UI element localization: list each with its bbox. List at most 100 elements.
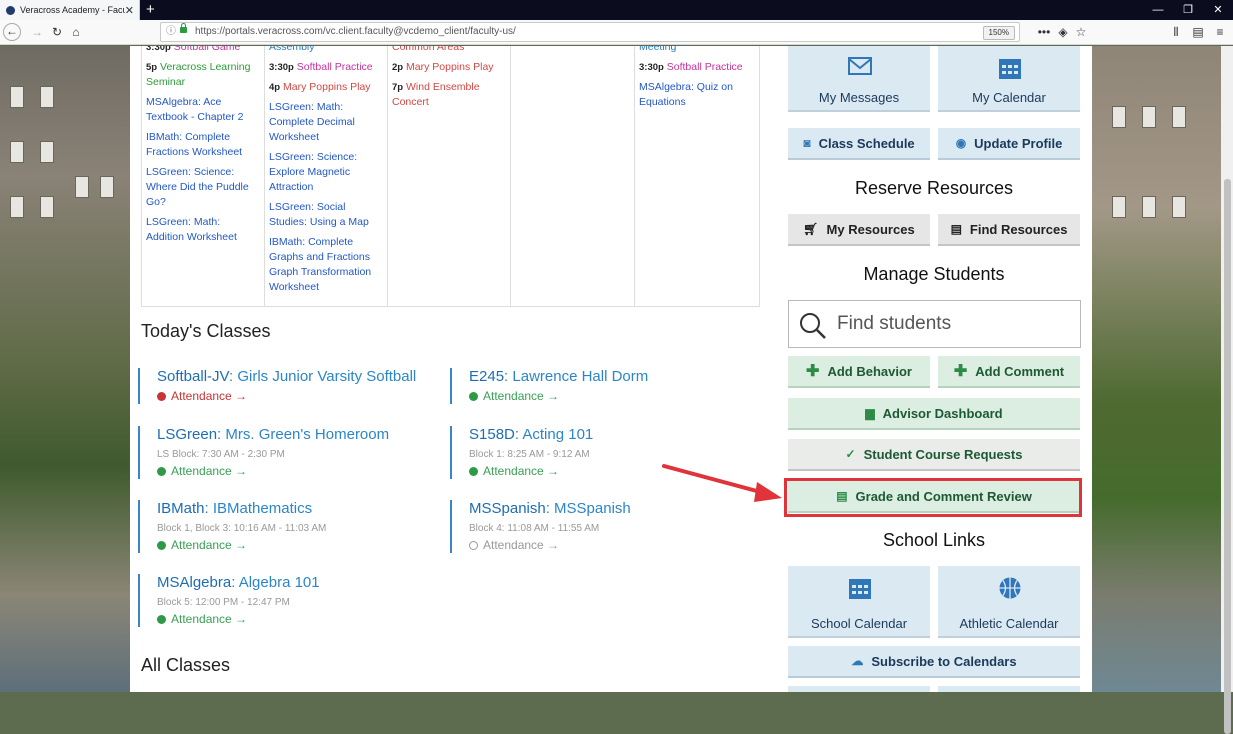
- document-search-icon: ▤: [950, 222, 962, 236]
- class-link[interactable]: Softball-JV: Girls Junior Varsity Softba…: [157, 368, 428, 386]
- next-tile-partial[interactable]: [788, 686, 930, 692]
- advisor-dashboard-label: Advisor Dashboard: [882, 405, 1003, 421]
- student-course-requests-button[interactable]: ✓ Student Course Requests: [788, 439, 1080, 471]
- class-link[interactable]: LSGreen: Mrs. Green's Homeroom: [157, 426, 428, 444]
- my-messages-tile[interactable]: My Messages: [788, 46, 930, 112]
- reload-icon[interactable]: ↻: [48, 23, 66, 41]
- zoom-level[interactable]: 150%: [982, 26, 1015, 40]
- class-link[interactable]: IBMath: IBMathematics: [157, 500, 428, 518]
- class-name: : Acting 101: [514, 426, 594, 443]
- calendar-event[interactable]: 7p Wind Ensemble Concert: [392, 80, 506, 110]
- attendance-status-icon: [157, 392, 166, 401]
- address-bar[interactable]: ⓘ https://portals.veracross.com/vc.clien…: [160, 22, 1020, 42]
- class-code: LSGreen: [157, 426, 218, 443]
- event-title: Softball Game: [173, 46, 241, 53]
- update-profile-button[interactable]: ◉ Update Profile: [938, 128, 1080, 160]
- calendar-event[interactable]: IBMath: Complete Graphs and Fractions Gr…: [269, 235, 383, 295]
- class-block-time: LS Block: 7:30 AM - 2:30 PM: [157, 449, 285, 460]
- new-tab-icon[interactable]: +: [146, 0, 155, 20]
- find-students-search[interactable]: Find students: [788, 300, 1081, 348]
- calendar-event[interactable]: LSGreen: Math: Complete Decimal Workshee…: [269, 100, 383, 145]
- next-tile-partial[interactable]: [938, 686, 1080, 692]
- library-icon[interactable]: ⫴: [1168, 23, 1184, 41]
- calendar-event[interactable]: LSGreen: Science: Explore Magnetic Attra…: [269, 150, 383, 195]
- calendar-event[interactable]: MSAlgebra: Ace Textbook - Chapter 2: [146, 95, 260, 125]
- menu-icon[interactable]: ≡: [1212, 23, 1228, 41]
- plus-icon: ✚: [953, 363, 968, 380]
- calendar-event[interactable]: MSAlgebra: Quiz on Equations: [639, 80, 755, 110]
- user-icon: ◉: [955, 136, 967, 150]
- class-link[interactable]: MSAlgebra: Algebra 101: [157, 574, 428, 592]
- attendance-link[interactable]: Attendance →: [157, 612, 428, 627]
- calendar-event[interactable]: LSGreen: Social Studies: Using a Map: [269, 200, 383, 230]
- home-icon[interactable]: ⌂: [67, 23, 85, 41]
- todays-classes-title: Today's Classes: [141, 321, 271, 341]
- attendance-link[interactable]: Attendance →: [157, 538, 428, 553]
- athletic-calendar-tile[interactable]: Athletic Calendar: [938, 566, 1080, 638]
- page-scrollbar[interactable]: [1221, 46, 1233, 734]
- scrollbar-thumb[interactable]: [1224, 179, 1231, 734]
- my-calendar-tile[interactable]: My Calendar: [938, 46, 1080, 112]
- class-link[interactable]: E245: Lawrence Hall Dorm: [469, 368, 740, 386]
- attendance-status-icon: [469, 541, 478, 550]
- class-schedule-label: Class Schedule: [818, 135, 915, 151]
- week-calendar: 3:30p Softball Game 5p Veracross Learning…: [141, 46, 760, 307]
- subscribe-calendars-label: Subscribe to Calendars: [871, 653, 1017, 669]
- event-time: 7p: [392, 82, 404, 93]
- event-title: LSGreen: Math: Complete Decimal Workshee…: [269, 101, 355, 143]
- back-icon[interactable]: ←: [3, 23, 21, 41]
- event-title: Assembly: [269, 46, 315, 53]
- class-card: MSAlgebra: Algebra 101 Block 5: 12:00 PM …: [138, 574, 428, 627]
- calendar-icon: [849, 579, 871, 599]
- attendance-link[interactable]: Attendance →: [157, 389, 428, 404]
- search-placeholder: Find students: [837, 313, 952, 334]
- calendar-event[interactable]: Assembly: [269, 46, 383, 55]
- more-actions-icon[interactable]: •••: [1036, 23, 1052, 41]
- attendance-label: Attendance →: [483, 464, 560, 478]
- event-title: Mary Poppins Play: [283, 81, 371, 93]
- event-title: Veracross Learning Seminar: [146, 61, 251, 88]
- attendance-link[interactable]: Attendance →: [469, 389, 740, 404]
- sidebar-icon[interactable]: ▤: [1190, 23, 1206, 41]
- calendar-event[interactable]: IBMath: Complete Fractions Worksheet: [146, 130, 260, 160]
- browser-tab[interactable]: Veracross Academy - Faculty U... ✕: [0, 0, 140, 20]
- attendance-link[interactable]: Attendance →: [157, 464, 428, 479]
- class-link[interactable]: S158D: Acting 101: [469, 426, 740, 444]
- calendar-event[interactable]: 3:30p Softball Practice: [269, 60, 383, 75]
- tab-title: Veracross Academy - Faculty U...: [20, 5, 125, 15]
- my-resources-button[interactable]: 🛒︎ My Resources: [788, 214, 930, 246]
- attendance-link[interactable]: Attendance →: [469, 538, 740, 553]
- site-info-icon[interactable]: ⓘ: [166, 23, 176, 41]
- add-comment-button[interactable]: ✚ Add Comment: [938, 356, 1080, 388]
- calendar-event[interactable]: 3:30p Softball Practice: [639, 60, 755, 75]
- add-behavior-button[interactable]: ✚ Add Behavior: [788, 356, 930, 388]
- subscribe-calendars-button[interactable]: ☁ Subscribe to Calendars: [788, 646, 1080, 678]
- advisor-dashboard-button[interactable]: ▆ Advisor Dashboard: [788, 398, 1080, 430]
- class-schedule-button[interactable]: ◙ Class Schedule: [788, 128, 930, 160]
- school-links-title: School Links: [882, 530, 986, 550]
- calendar-event[interactable]: 2p Mary Poppins Play: [392, 60, 506, 75]
- calendar-event[interactable]: 4p Mary Poppins Play: [269, 80, 383, 95]
- calendar-event[interactable]: Meeting: [639, 46, 755, 55]
- class-card: MSSpanish: MSSpanish Block 4: 11:08 AM - …: [450, 500, 740, 553]
- event-time: 5p: [146, 62, 158, 73]
- event-title: Common Areas: [392, 46, 465, 53]
- close-tab-icon[interactable]: ✕: [125, 4, 134, 17]
- pocket-icon[interactable]: ◈: [1055, 23, 1071, 41]
- restore-icon[interactable]: ❐: [1173, 0, 1203, 20]
- calendar-event[interactable]: 3:30p Softball Game: [146, 46, 260, 55]
- calendar-event[interactable]: 5p Veracross Learning Seminar: [146, 60, 260, 90]
- close-window-icon[interactable]: ✕: [1203, 0, 1233, 20]
- forward-icon[interactable]: →: [28, 23, 46, 41]
- calendar-event[interactable]: Common Areas: [392, 46, 506, 55]
- class-code: Softball-JV: [157, 368, 229, 385]
- calendar-event[interactable]: LSGreen: Math: Addition Worksheet: [146, 215, 260, 245]
- school-calendar-tile[interactable]: School Calendar: [788, 566, 930, 638]
- minimize-icon[interactable]: —: [1143, 0, 1173, 20]
- calendar-event[interactable]: LSGreen: Science: Where Did the Puddle G…: [146, 165, 260, 210]
- all-classes-title: All Classes: [141, 655, 231, 675]
- find-resources-button[interactable]: ▤ Find Resources: [938, 214, 1080, 246]
- event-title: Softball Practice: [666, 61, 743, 73]
- class-code: MSAlgebra: [157, 574, 232, 591]
- bookmark-star-icon[interactable]: ☆: [1073, 23, 1089, 41]
